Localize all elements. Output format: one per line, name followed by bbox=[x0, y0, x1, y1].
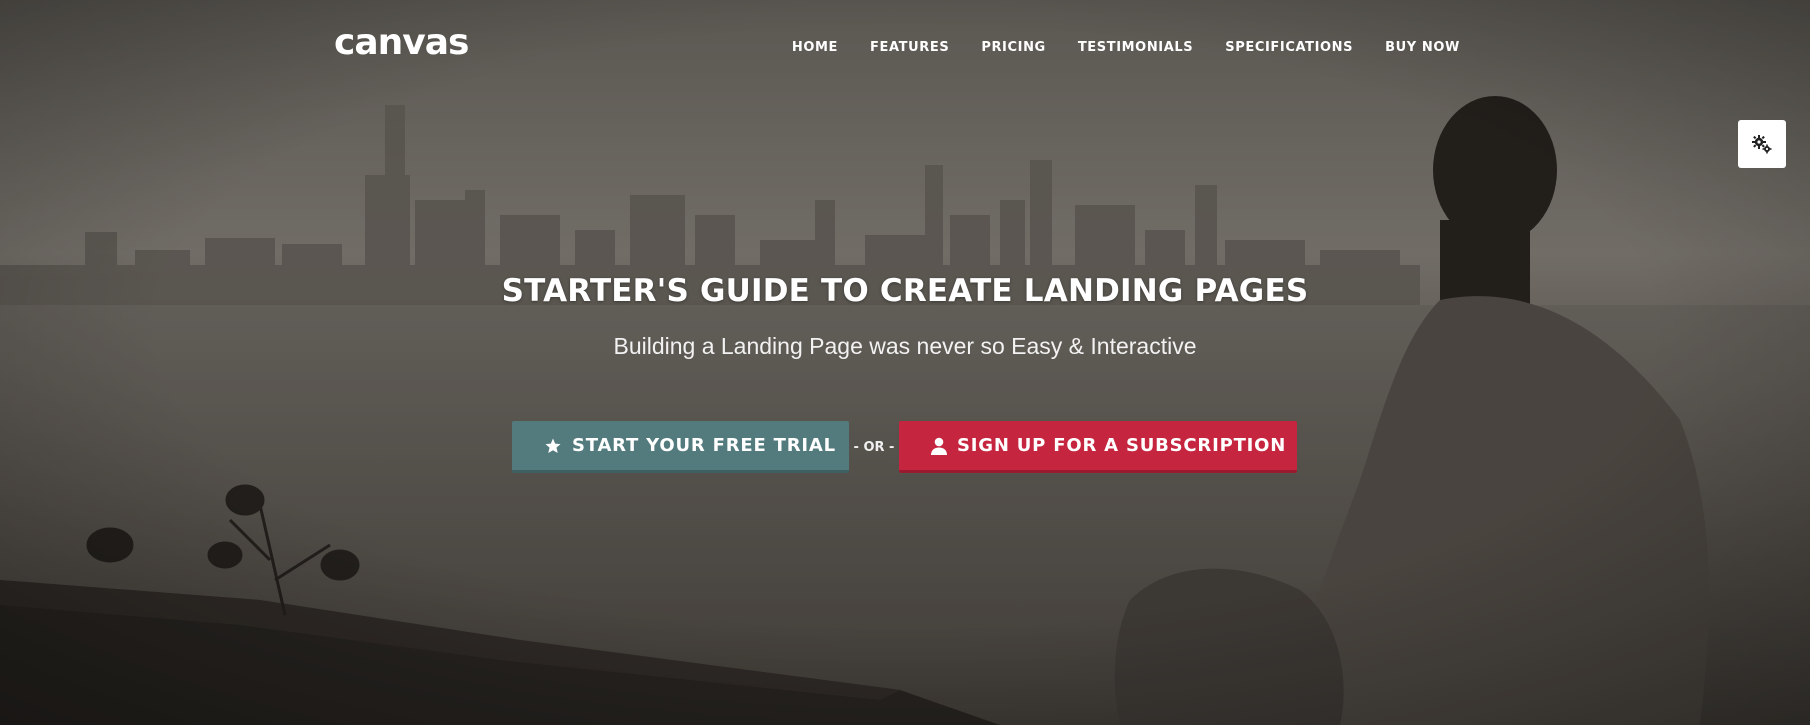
hero-title: STARTER'S GUIDE TO CREATE LANDING PAGES bbox=[501, 273, 1309, 309]
hero-subtitle: Building a Landing Page was never so Eas… bbox=[613, 333, 1197, 359]
nav-item-specifications[interactable]: SPECIFICATIONS bbox=[1225, 40, 1353, 55]
or-separator: - OR - bbox=[853, 439, 895, 455]
start-free-trial-label: START YOUR FREE TRIAL bbox=[572, 435, 836, 456]
cta-group: START YOUR FREE TRIAL - OR - SIGN UP FOR… bbox=[512, 421, 1297, 473]
nav-item-pricing[interactable]: PRICING bbox=[981, 40, 1046, 55]
signup-subscription-button[interactable]: SIGN UP FOR A SUBSCRIPTION bbox=[899, 421, 1297, 473]
nav-item-buy-now[interactable]: BUY NOW bbox=[1385, 40, 1460, 55]
hero-background-image bbox=[0, 0, 1810, 725]
main-nav: HOME FEATURES PRICING TESTIMONIALS SPECI… bbox=[792, 40, 1460, 55]
nav-item-home[interactable]: HOME bbox=[792, 40, 838, 55]
user-icon bbox=[931, 437, 947, 455]
star-icon bbox=[544, 437, 562, 455]
hero-section: canvas HOME FEATURES PRICING TESTIMONIAL… bbox=[0, 0, 1810, 725]
brand-logo[interactable]: canvas bbox=[334, 22, 469, 63]
nav-item-features[interactable]: FEATURES bbox=[870, 40, 949, 55]
nav-item-testimonials[interactable]: TESTIMONIALS bbox=[1078, 40, 1193, 55]
start-free-trial-button[interactable]: START YOUR FREE TRIAL bbox=[512, 421, 849, 473]
settings-button[interactable] bbox=[1738, 120, 1786, 168]
gears-icon bbox=[1751, 133, 1773, 155]
signup-subscription-label: SIGN UP FOR A SUBSCRIPTION bbox=[957, 435, 1287, 456]
